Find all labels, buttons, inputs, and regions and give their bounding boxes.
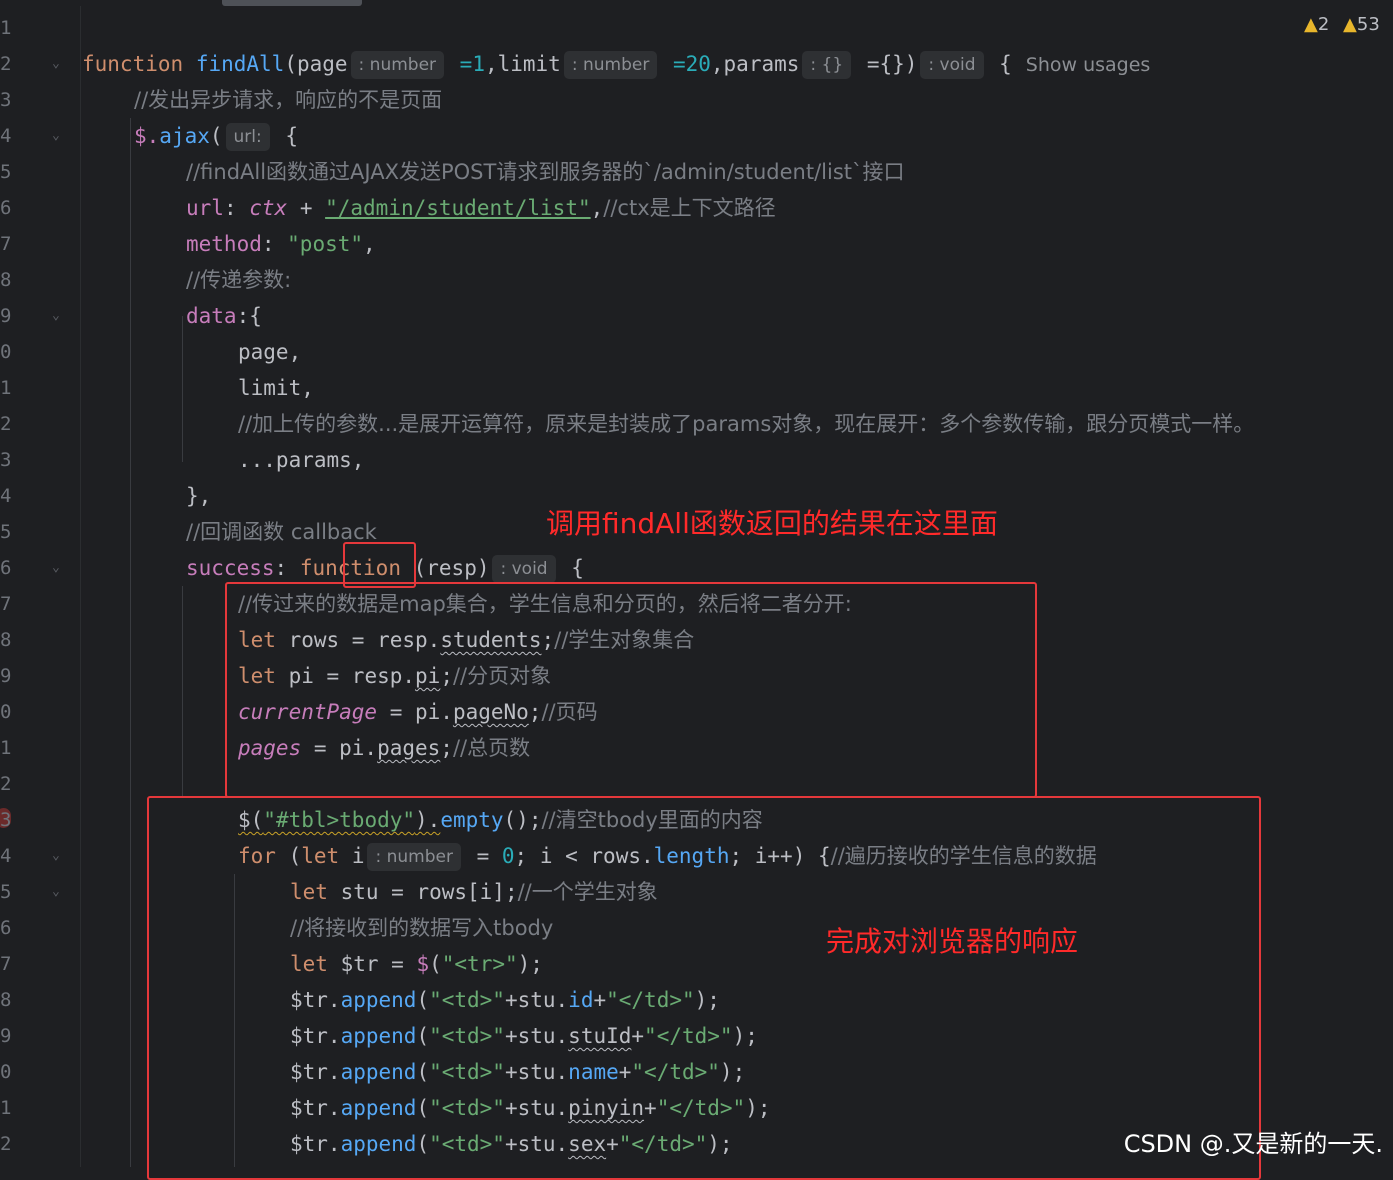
code-line-7: method: "post",: [186, 232, 376, 256]
line-number: 0: [0, 1061, 12, 1083]
code-line-6: url: ctx + "/admin/student/list",//ctx是上…: [186, 196, 776, 220]
line-number: 6: [0, 197, 12, 219]
line-number-gutter: 1 2 ⌄ 3 4 ⌄ 5 6 7 8 9 ⌄ 0 1 2 3 4 5 6 ⌄ 7 8 9 0 1 2 3 4 ⌄ 5 ⌄ 6 7 8 9 0 1 2: [0, 6, 81, 1167]
code-line-14: },: [186, 484, 212, 508]
line-number: 0: [0, 701, 12, 723]
code-line-11: limit,: [238, 376, 314, 400]
fold-chevron-icon[interactable]: ⌄: [52, 838, 60, 874]
type-hint: : number: [350, 51, 445, 79]
type-hint: : number: [563, 51, 658, 79]
line-number: 2: [0, 773, 12, 795]
line-number: 2: [0, 413, 12, 435]
indent-guide: [130, 118, 131, 1167]
fold-chevron-icon[interactable]: ⌄: [52, 874, 60, 910]
line-number: 1: [0, 377, 12, 399]
code-line-10: page,: [238, 340, 302, 364]
line-number: 9: [0, 665, 12, 687]
line-number: 2: [0, 53, 12, 75]
code-line-12: //加上传的参数...是展开运算符，原来是封装成了params对象，现在展开：多…: [238, 412, 1255, 436]
code-line-9: data:{: [186, 304, 262, 328]
line-number: 1: [0, 737, 12, 759]
response-annotation: 完成对浏览器的响应: [826, 925, 1079, 958]
code-line-8: //传递参数:: [186, 268, 292, 292]
fold-chevron-icon[interactable]: ⌄: [52, 298, 60, 334]
code-line-3: //发出异步请求，响应的不是页面: [134, 88, 443, 112]
code-editor[interactable]: function findAll(page: number =1,limit: …: [82, 6, 1393, 1180]
code-line-4: $.ajax(url: {: [134, 118, 298, 154]
line-number: 1: [0, 17, 12, 39]
line-number: 4: [0, 485, 12, 507]
fold-chevron-icon[interactable]: ⌄: [52, 550, 60, 586]
line-number: 7: [0, 593, 12, 615]
csdn-watermark: CSDN @.又是新的一天.: [1123, 1130, 1383, 1158]
indent-guide: [182, 316, 183, 462]
code-line-2: function findAll(page: number =1,limit: …: [82, 46, 1150, 82]
line-number: 4: [0, 125, 12, 147]
line-number: 5: [0, 521, 12, 543]
callback-annotation: 调用findAll函数返回的结果在这里面: [546, 507, 998, 540]
type-hint: : {}: [802, 51, 852, 79]
type-hint: : void: [920, 51, 984, 79]
line-number: 9: [0, 1025, 12, 1047]
line-number: 6: [0, 557, 12, 579]
line-number: 3: [0, 89, 12, 111]
line-number: 4: [0, 845, 12, 867]
line-number: 6: [0, 917, 12, 939]
indent-guide: [182, 586, 183, 796]
fold-chevron-icon[interactable]: ⌄: [52, 46, 60, 82]
line-number: 8: [0, 269, 12, 291]
show-usages-link[interactable]: Show usages: [1026, 54, 1151, 76]
fold-chevron-icon[interactable]: ⌄: [52, 118, 60, 154]
line-number: 8: [0, 989, 12, 1011]
line-number: 8: [0, 629, 12, 651]
type-hint: : void: [492, 555, 556, 583]
response-highlight-box: [147, 796, 1261, 1180]
line-number: 3: [0, 809, 12, 831]
success-body-highlight-box: [225, 582, 1037, 798]
line-number: 2: [0, 1133, 12, 1155]
line-number: 3: [0, 449, 12, 471]
line-number: 1: [0, 1097, 12, 1119]
code-line-5: //findAll函数通过AJAX发送POST请求到服务器的`/admin/st…: [186, 160, 905, 184]
code-line-13: ...params,: [238, 448, 365, 472]
line-number: 7: [0, 953, 12, 975]
line-number: 7: [0, 233, 12, 255]
param-hint: url:: [225, 123, 270, 151]
line-number: 5: [0, 881, 12, 903]
line-number: 9: [0, 305, 12, 327]
line-number: 0: [0, 341, 12, 363]
line-number: 5: [0, 161, 12, 183]
